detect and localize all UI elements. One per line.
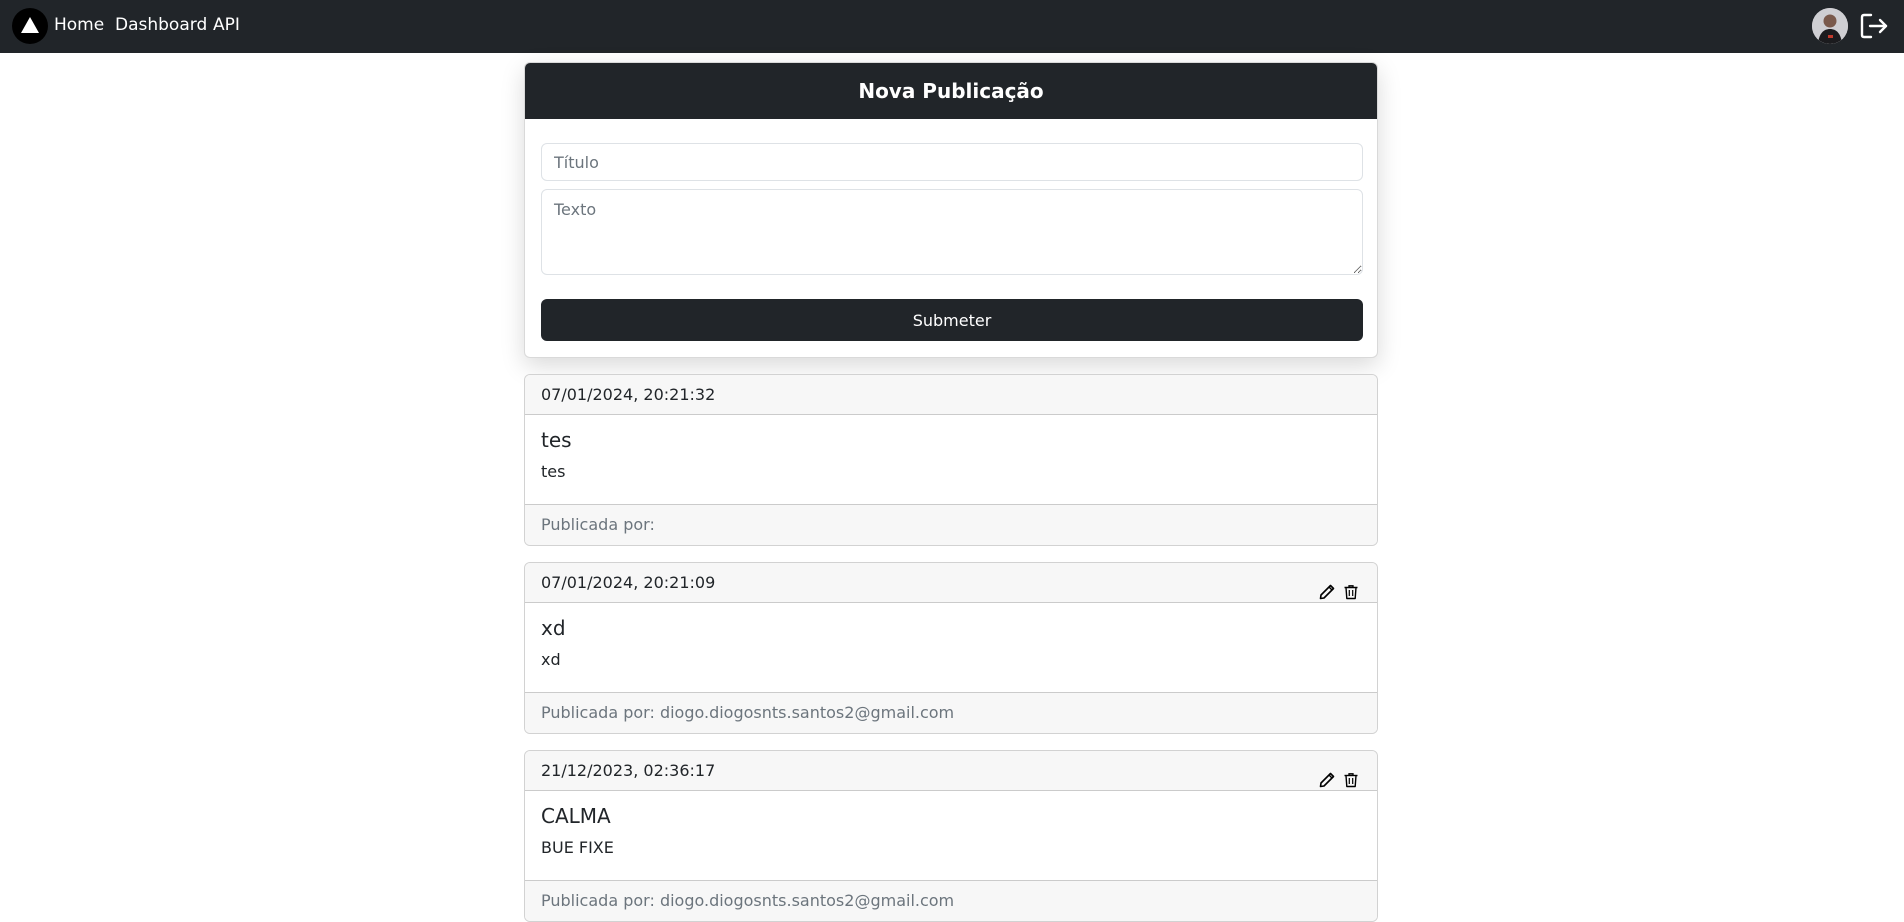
post-author: diogo.diogosnts.santos2@gmail.com <box>659 891 955 910</box>
post-body: CALMA BUE FIXE <box>525 791 1377 880</box>
post-footer: Publicada por: diogo.diogosnts.santos2@g… <box>525 880 1377 921</box>
trash-icon[interactable] <box>1343 763 1359 788</box>
post-date: 07/01/2024, 20:21:32 <box>541 385 716 404</box>
nav-link-dashboard[interactable]: Dashboard <box>115 14 207 36</box>
post-card: 07/01/2024, 20:21:09 xd xd Publicada por… <box>524 562 1378 734</box>
pencil-icon[interactable] <box>1319 763 1335 788</box>
nav-link-home[interactable]: Home <box>54 14 104 36</box>
post-date: 07/01/2024, 20:21:09 <box>541 573 716 592</box>
top-navbar: Home Dashboard API <box>0 0 1904 53</box>
user-avatar[interactable] <box>1812 8 1848 44</box>
nav-link-api[interactable]: API <box>213 14 240 36</box>
post-header: 07/01/2024, 20:21:32 <box>525 375 1377 415</box>
post-text: xd <box>541 650 561 669</box>
post-text: BUE FIXE <box>541 838 614 857</box>
form-title: Nova Publicação <box>525 63 1377 119</box>
post-actions <box>1316 763 1359 788</box>
post-body: xd xd <box>525 603 1377 692</box>
author-prefix: Publicada por: <box>541 891 655 910</box>
post-header: 21/12/2023, 02:36:17 <box>525 751 1377 791</box>
post-footer: Publicada por: <box>525 504 1377 545</box>
post-title: CALMA <box>541 804 611 828</box>
post-title: xd <box>541 616 566 640</box>
logout-icon[interactable] <box>1858 10 1890 42</box>
author-prefix: Publicada por: <box>541 703 655 722</box>
post-date: 21/12/2023, 02:36:17 <box>541 761 716 780</box>
post-card: 07/01/2024, 20:21:32 tes tes Publicada p… <box>524 374 1378 546</box>
post-card: 21/12/2023, 02:36:17 CALMA BUE FIXE Publ… <box>524 750 1378 922</box>
pencil-icon[interactable] <box>1319 575 1335 600</box>
post-body: tes tes <box>525 415 1377 504</box>
submit-button[interactable]: Submeter <box>541 299 1363 341</box>
post-actions <box>1316 575 1359 600</box>
new-post-form: Nova Publicação Submeter <box>524 62 1378 358</box>
title-input[interactable] <box>541 143 1363 181</box>
post-author: diogo.diogosnts.santos2@gmail.com <box>659 703 955 722</box>
author-prefix: Publicada por: <box>541 515 655 534</box>
triangle-logo-icon[interactable] <box>12 8 48 44</box>
post-title: tes <box>541 428 572 452</box>
post-header: 07/01/2024, 20:21:09 <box>525 563 1377 603</box>
post-footer: Publicada por: diogo.diogosnts.santos2@g… <box>525 692 1377 733</box>
text-input[interactable] <box>541 189 1363 275</box>
trash-icon[interactable] <box>1343 575 1359 600</box>
post-text: tes <box>541 462 566 481</box>
